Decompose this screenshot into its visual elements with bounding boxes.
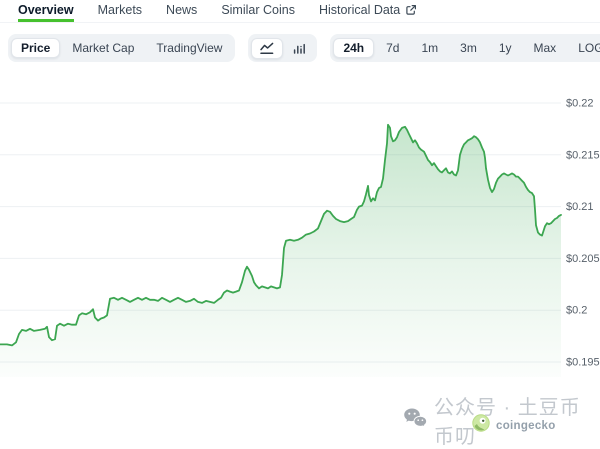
y-axis-tick-labels: $0.22 $0.215 $0.21 $0.205 $0.2 $0.195 <box>566 98 600 369</box>
range-7d-button[interactable]: 7d <box>376 38 409 58</box>
bar-chart-icon <box>292 41 307 56</box>
range-24h-button[interactable]: 24h <box>333 38 374 58</box>
page-tabs: Overview Markets News Similar Coins Hist… <box>0 0 600 23</box>
chart-type-toggle-group <box>248 34 317 62</box>
tradingview-button[interactable]: TradingView <box>146 38 232 58</box>
tab-overview-label: Overview <box>18 3 74 17</box>
chart-toolbar: Price Market Cap TradingView <box>8 34 597 62</box>
price-area-fill <box>0 125 561 377</box>
tab-similar-coins-label: Similar Coins <box>221 3 295 17</box>
range-3m-button[interactable]: 3m <box>450 38 487 58</box>
price-button[interactable]: Price <box>11 38 60 58</box>
wechat-icon <box>403 407 427 434</box>
log-scale-button[interactable]: LOG <box>568 38 600 58</box>
line-chart-icon <box>259 41 275 56</box>
tab-news[interactable]: News <box>166 4 197 22</box>
y-tick-label: $0.215 <box>566 149 600 161</box>
tab-overview[interactable]: Overview <box>18 4 74 22</box>
y-tick-label: $0.205 <box>566 253 600 265</box>
tab-news-label: News <box>166 3 197 17</box>
tab-historical-data[interactable]: Historical Data <box>319 4 417 22</box>
y-tick-label: $0.195 <box>566 357 600 369</box>
range-1m-button[interactable]: 1m <box>411 38 448 58</box>
y-tick-label: $0.2 <box>566 305 587 317</box>
tab-markets-label: Markets <box>98 3 142 17</box>
price-chart-svg[interactable]: $0.22 $0.215 $0.21 $0.205 $0.2 $0.195 <box>0 85 600 380</box>
bar-chart-button[interactable] <box>285 39 314 58</box>
time-range-group: 24h 7d 1m 3m 1y Max LOG <box>330 34 600 62</box>
external-link-icon <box>405 4 417 16</box>
range-1y-button[interactable]: 1y <box>489 38 522 58</box>
metric-toggle-group: Price Market Cap TradingView <box>8 34 235 62</box>
wechat-account-watermark: 公众号 · 土豆币币叨 <box>403 391 600 449</box>
tab-markets[interactable]: Markets <box>98 4 142 22</box>
tab-similar-coins[interactable]: Similar Coins <box>221 4 295 22</box>
tab-historical-data-label: Historical Data <box>319 3 400 17</box>
y-tick-label: $0.22 <box>566 98 594 110</box>
wechat-watermark-text: 公众号 · 土豆币币叨 <box>434 391 600 449</box>
y-tick-label: $0.21 <box>566 201 594 213</box>
line-chart-button[interactable] <box>251 38 283 59</box>
coingecko-watermark: coingecko <box>472 414 556 437</box>
price-chart-area[interactable]: $0.22$0.215$0.21$0.205$0.2$0.195 coingec… <box>0 85 600 380</box>
market-cap-button[interactable]: Market Cap <box>62 38 144 58</box>
range-max-button[interactable]: Max <box>524 38 567 58</box>
coingecko-logo-icon <box>472 414 490 437</box>
